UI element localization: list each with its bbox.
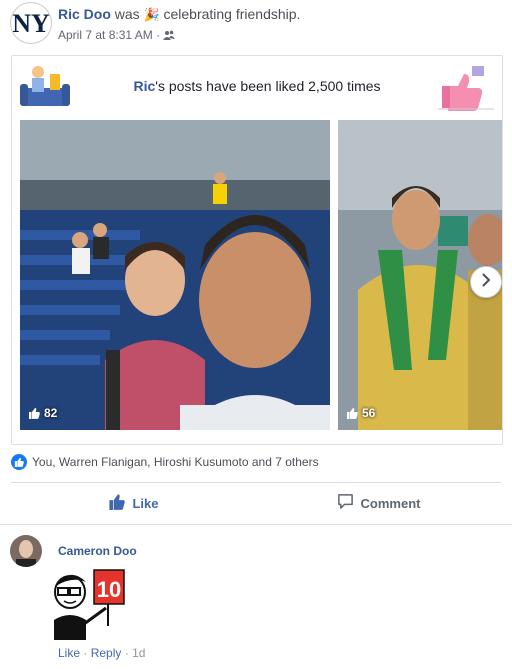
meta-dot: · [83,646,88,660]
sticker-sign-text: 10 [97,577,121,602]
post-actions: Like Comment [11,486,501,520]
thumbs-up-icon [28,407,40,419]
photo1-likes: 82 [28,406,57,420]
svg-text:NY: NY [12,9,50,38]
author-name[interactable]: Ric Doo [58,6,111,22]
comment-reply-link[interactable]: Reply [91,646,122,660]
reactions-summary[interactable]: You, Warren Flanigan, Hiroshi Kusumoto a… [11,454,319,470]
thumbs-up-icon [346,407,358,419]
card-banner: Ric's posts have been liked 2,500 times [12,56,502,118]
comment-meta: Like · Reply · 1d [58,646,145,660]
commenter-avatar[interactable] [10,535,42,567]
photo2-likes: 56 [346,406,375,420]
comment-like-link[interactable]: Like [58,646,80,660]
banner-name[interactable]: Ric [133,78,155,94]
friends-icon [163,28,176,42]
post-meta: April 7 at 8:31 AM · [58,28,176,42]
reactions-text: You, Warren Flanigan, Hiroshi Kusumoto a… [32,455,319,469]
divider [11,482,501,483]
chevron-right-icon [481,272,491,292]
feeling-text: celebrating friendship. [163,6,301,22]
meta-dot: · [124,646,129,660]
carousel-next-button[interactable] [470,266,502,298]
likes-milestone-card: Ric's posts have been liked 2,500 times [11,55,503,445]
banner-message: Ric's posts have been liked 2,500 times [12,78,502,94]
like-button[interactable]: Like [11,486,256,520]
comment-button[interactable]: Comment [256,486,501,520]
post-date[interactable]: April 7 at 8:31 AM [58,28,153,42]
comment-bubble-icon [337,493,354,513]
comment-time[interactable]: 1d [132,646,145,660]
post-header: NY Ric Doo was 🎉 celebrating friendship.… [10,2,502,46]
like-button-label: Like [132,495,159,511]
party-popper-icon: 🎉 [143,7,160,22]
thumbs-up-icon [108,493,126,513]
pink-thumbs-up-illustration [436,62,496,112]
like-reaction-icon [11,454,27,470]
ten-score-sticker: 10 [50,566,130,642]
author-line: Ric Doo was 🎉 celebrating friendship. [58,6,300,23]
photo1-like-count: 82 [44,406,58,420]
yankees-logo-avatar[interactable]: NY [10,2,52,44]
comment-button-label: Comment [360,495,421,511]
banner-message-text: 's posts have been liked 2,500 times [155,78,381,94]
was-text: was [114,6,140,22]
stadium-selfie-photo[interactable]: 82 [20,120,330,430]
comment-author[interactable]: Cameron Doo [58,544,137,558]
photo2-like-count: 56 [362,406,376,420]
meta-separator: · [156,28,161,42]
